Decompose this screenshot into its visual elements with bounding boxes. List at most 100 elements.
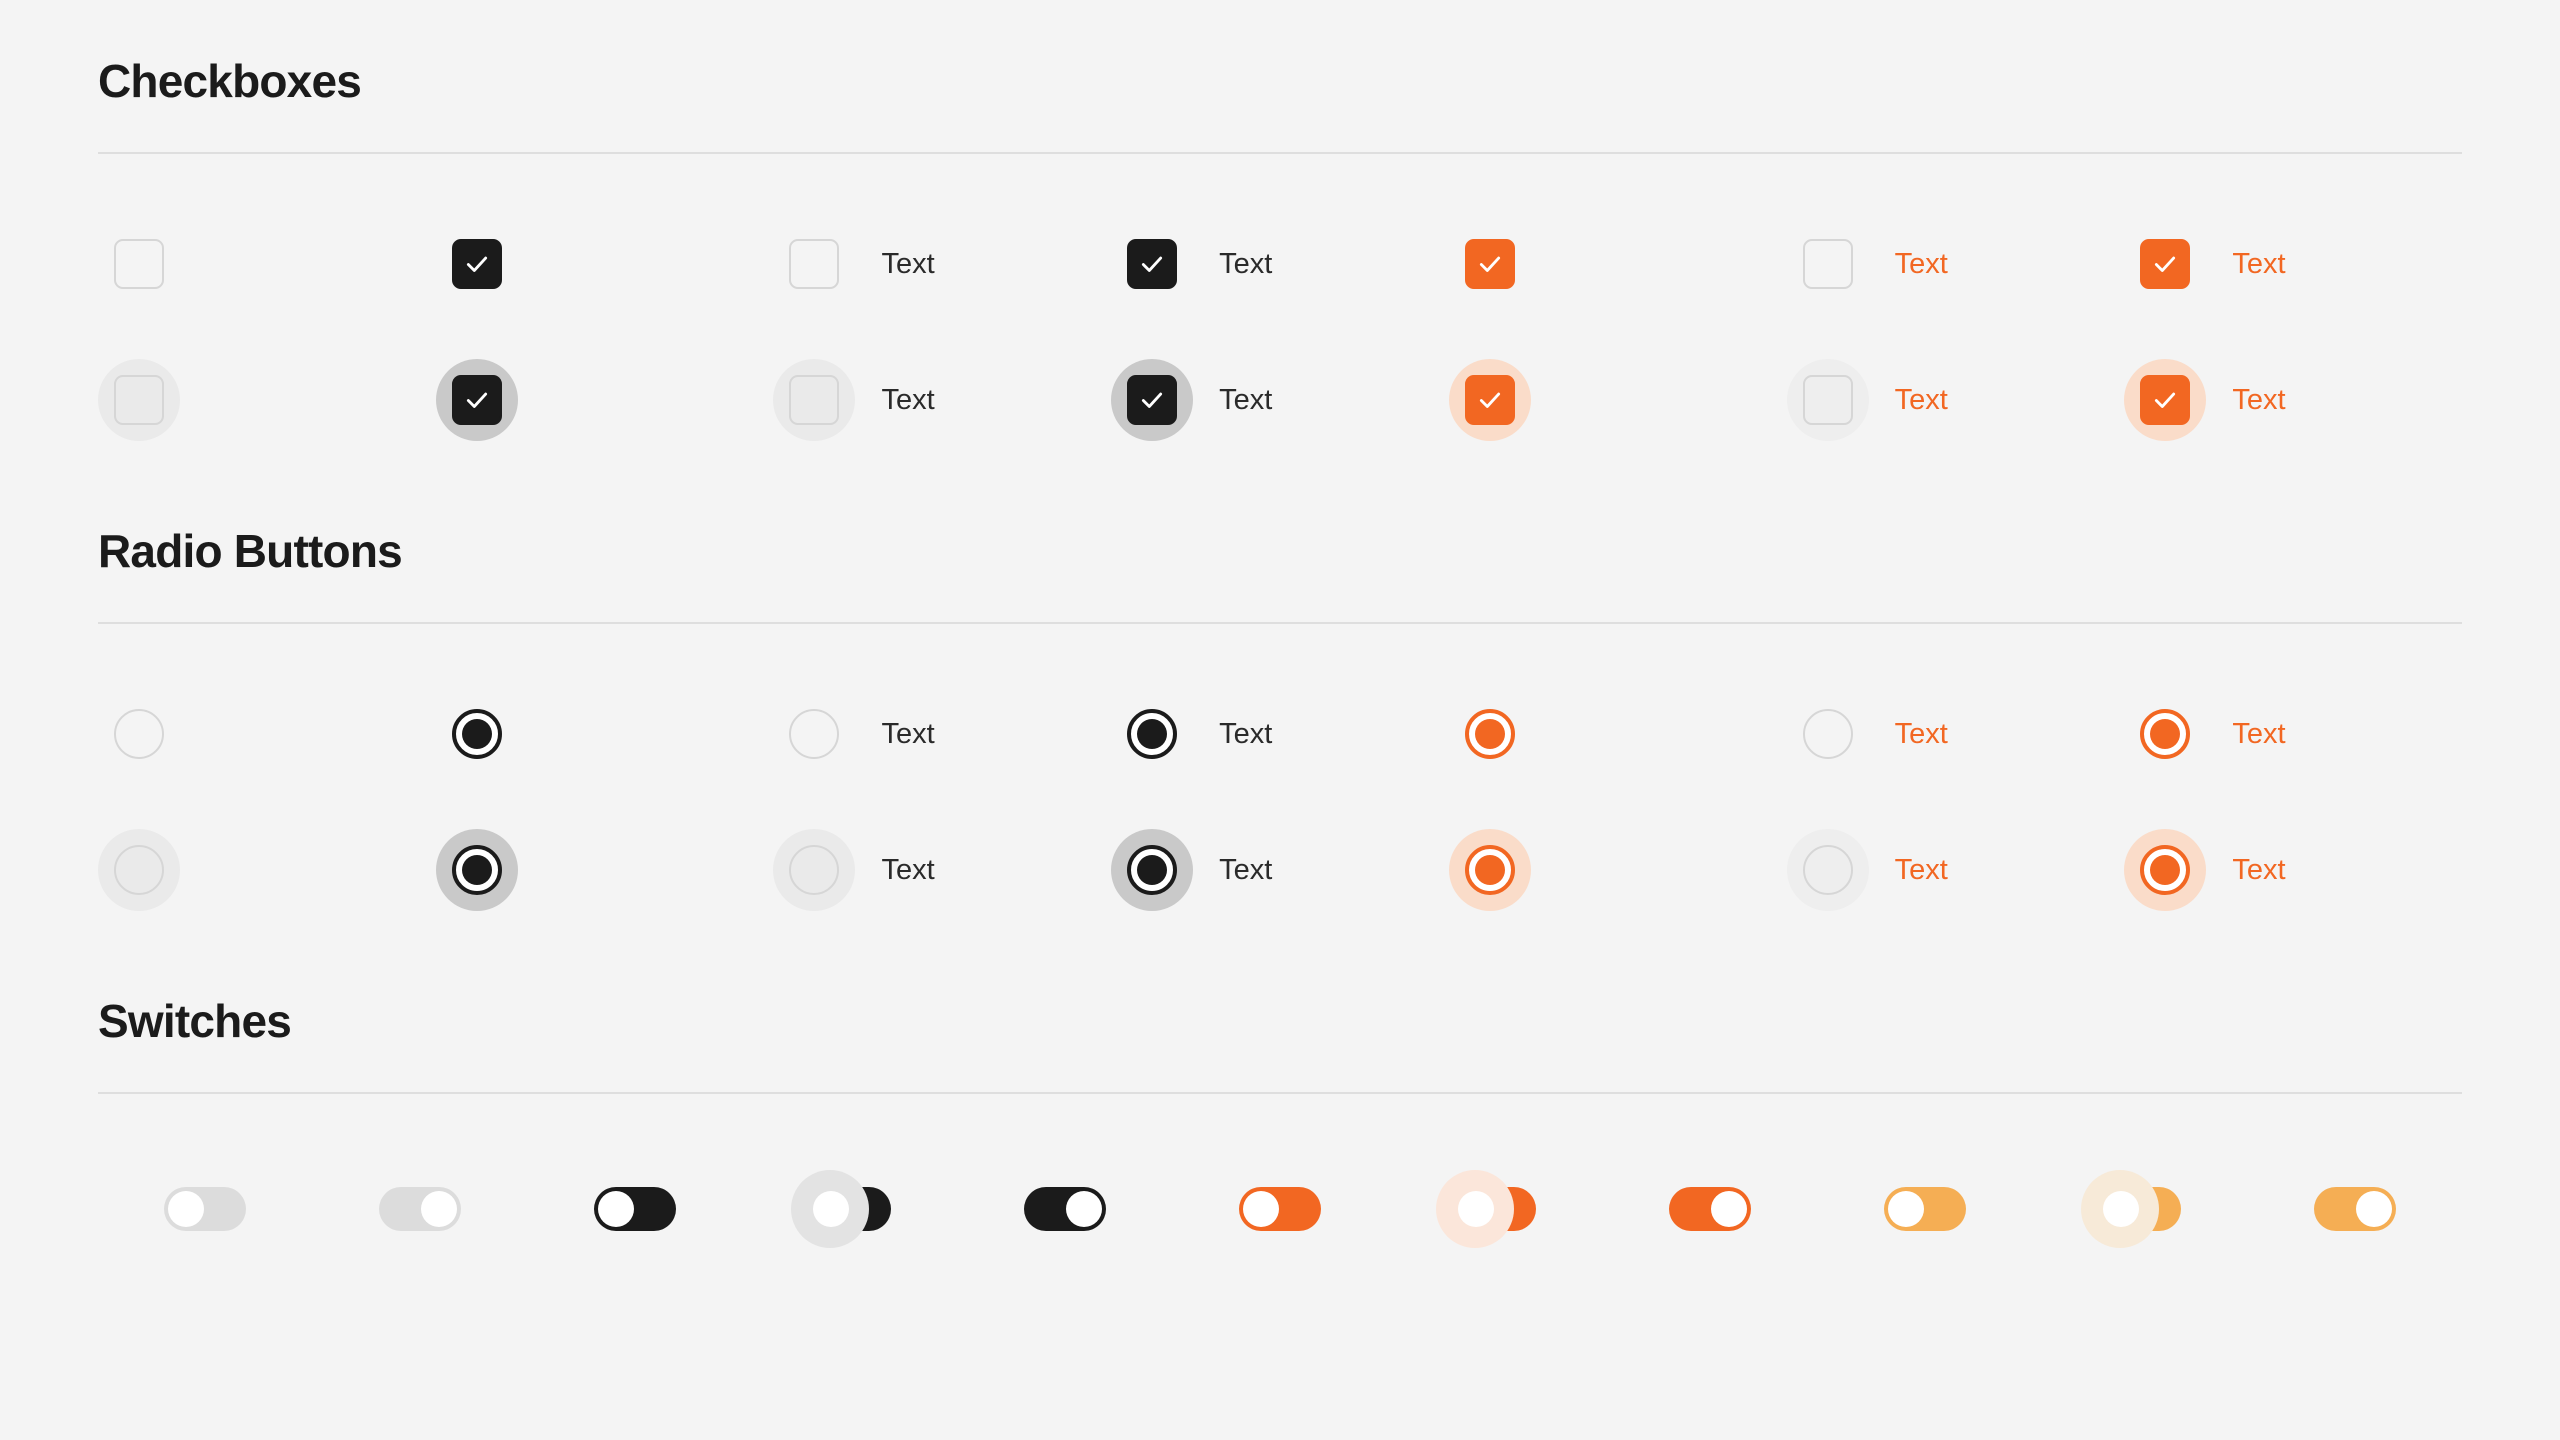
switch-cell[interactable] (1817, 1154, 2032, 1264)
switch-toggle-right[interactable] (1668, 1187, 1751, 1231)
checkbox-unchecked[interactable] (789, 239, 840, 289)
switch-toggle-right[interactable] (379, 1187, 462, 1231)
switch-toggle-right[interactable] (2313, 1187, 2396, 1231)
checkbox-unchecked[interactable] (1802, 375, 1853, 425)
radio-selected[interactable] (1127, 845, 1178, 895)
radio-unselected[interactable] (114, 845, 164, 895)
radio-selected[interactable] (1127, 709, 1178, 759)
switch-cell[interactable] (1387, 1154, 1602, 1264)
radio-unselected[interactable] (789, 845, 840, 895)
checkbox-label[interactable]: Text (881, 249, 934, 279)
checkbox-unchecked[interactable] (114, 239, 164, 289)
radio-selected[interactable] (2140, 709, 2191, 759)
switch-cell[interactable] (98, 1154, 313, 1264)
radio-cell[interactable]: Text (2124, 829, 2462, 911)
checkbox-cell[interactable]: Text (1786, 359, 2125, 441)
radio-selected[interactable] (2140, 845, 2191, 895)
checkbox-label[interactable]: Text (2232, 385, 2285, 415)
switch-toggle-left[interactable] (164, 1187, 247, 1231)
switch-cell[interactable] (313, 1154, 528, 1264)
radio-label[interactable]: Text (881, 855, 934, 885)
radio-label[interactable]: Text (881, 719, 934, 749)
checkbox-unchecked[interactable] (114, 375, 164, 425)
checkbox-cell[interactable]: Text (2124, 223, 2462, 305)
switch-knob[interactable] (1457, 1191, 1494, 1227)
radio-selected[interactable] (1464, 709, 1515, 759)
switch-knob[interactable] (598, 1191, 635, 1227)
radio-cell[interactable] (1449, 693, 1787, 775)
radio-cell[interactable] (98, 693, 436, 775)
radio-label[interactable]: Text (1219, 719, 1272, 749)
radio-label[interactable]: Text (1895, 855, 1948, 885)
switch-knob[interactable] (1066, 1191, 1103, 1227)
radio-label[interactable]: Text (2232, 719, 2285, 749)
switch-knob[interactable] (1710, 1191, 1747, 1227)
switch-knob[interactable] (2102, 1191, 2139, 1227)
radio-cell[interactable] (1448, 829, 1787, 911)
switch-toggle-right[interactable] (1024, 1187, 1107, 1231)
radio-selected[interactable] (1464, 845, 1515, 895)
radio-cell[interactable]: Text (773, 693, 1111, 775)
checkbox-cell[interactable] (436, 223, 774, 305)
switch-knob[interactable] (421, 1191, 458, 1227)
checkbox-cell[interactable]: Text (2124, 359, 2462, 441)
checkbox-cell[interactable]: Text (773, 359, 1111, 441)
checkbox-checked[interactable] (1464, 239, 1515, 289)
radio-unselected[interactable] (1802, 845, 1853, 895)
checkbox-label[interactable]: Text (2232, 249, 2285, 279)
radio-cell[interactable]: Text (773, 829, 1111, 911)
checkbox-cell[interactable] (98, 359, 436, 441)
switch-cell[interactable] (2032, 1154, 2247, 1264)
switch-knob[interactable] (1242, 1191, 1279, 1227)
radio-unselected[interactable] (1802, 709, 1853, 759)
switch-knob[interactable] (813, 1191, 850, 1227)
checkbox-cell[interactable] (1449, 223, 1787, 305)
checkbox-cell[interactable]: Text (1787, 223, 2125, 305)
checkbox-label[interactable]: Text (1219, 249, 1272, 279)
switch-toggle-left[interactable] (2080, 1170, 2181, 1248)
checkbox-checked[interactable] (2140, 239, 2191, 289)
checkbox-cell[interactable] (98, 223, 436, 305)
switch-toggle-left[interactable] (594, 1187, 677, 1231)
checkbox-cell[interactable]: Text (1111, 359, 1449, 441)
switch-cell[interactable] (2247, 1154, 2462, 1264)
checkbox-cell[interactable]: Text (773, 223, 1111, 305)
radio-cell[interactable] (98, 829, 436, 911)
switch-toggle-left[interactable] (1435, 1170, 1536, 1248)
switch-cell[interactable] (1173, 1154, 1388, 1264)
radio-cell[interactable] (435, 829, 774, 911)
radio-cell[interactable]: Text (1111, 693, 1449, 775)
switch-cell[interactable] (958, 1154, 1173, 1264)
checkbox-checked[interactable] (1127, 239, 1178, 289)
checkbox-unchecked[interactable] (1802, 239, 1853, 289)
checkbox-cell[interactable]: Text (1111, 223, 1449, 305)
radio-label[interactable]: Text (2232, 855, 2285, 885)
checkbox-checked[interactable] (2140, 375, 2191, 425)
radio-cell[interactable]: Text (1786, 829, 2125, 911)
radio-cell[interactable] (436, 693, 774, 775)
radio-label[interactable]: Text (1219, 855, 1272, 885)
checkbox-label[interactable]: Text (1895, 385, 1948, 415)
radio-cell[interactable]: Text (1111, 829, 1449, 911)
switch-cell[interactable] (743, 1154, 958, 1264)
switch-cell[interactable] (528, 1154, 743, 1264)
radio-unselected[interactable] (114, 709, 164, 759)
checkbox-label[interactable]: Text (881, 385, 934, 415)
radio-label[interactable]: Text (1895, 719, 1948, 749)
checkbox-label[interactable]: Text (1895, 249, 1948, 279)
checkbox-checked[interactable] (451, 375, 502, 425)
checkbox-label[interactable]: Text (1219, 385, 1272, 415)
radio-cell[interactable]: Text (1787, 693, 2125, 775)
checkbox-cell[interactable] (435, 359, 774, 441)
switch-knob[interactable] (2355, 1191, 2392, 1227)
checkbox-cell[interactable] (1448, 359, 1787, 441)
switch-toggle-left[interactable] (1238, 1187, 1321, 1231)
checkbox-unchecked[interactable] (789, 375, 840, 425)
switch-cell[interactable] (1602, 1154, 1817, 1264)
checkbox-checked[interactable] (1464, 375, 1515, 425)
switch-toggle-left[interactable] (1883, 1187, 1966, 1231)
radio-selected[interactable] (451, 845, 502, 895)
radio-unselected[interactable] (789, 709, 840, 759)
switch-toggle-left[interactable] (791, 1170, 892, 1248)
switch-knob[interactable] (1887, 1191, 1924, 1227)
